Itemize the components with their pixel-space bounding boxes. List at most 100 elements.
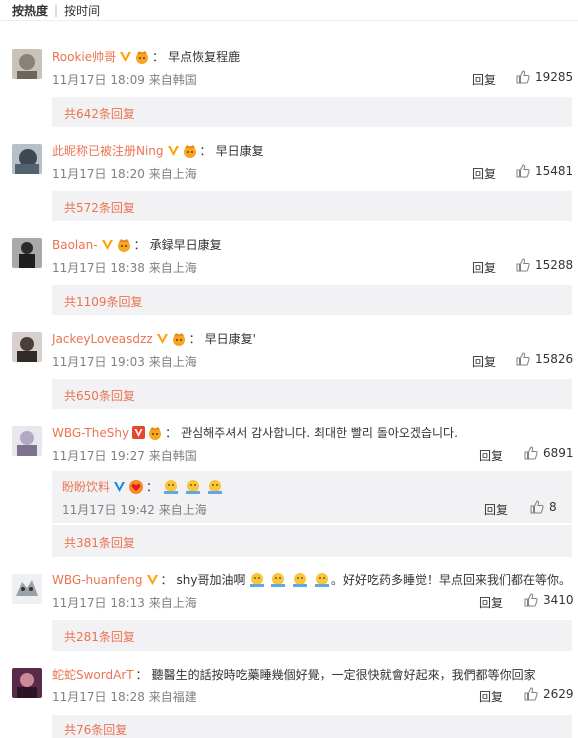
avatar[interactable]	[12, 426, 42, 456]
reply-count-link[interactable]: 共1109条回复	[64, 293, 143, 310]
like-count: 15481	[535, 164, 574, 178]
username[interactable]: 蛇蛇SwordArT	[52, 666, 134, 683]
reply-button[interactable]: 回复	[472, 165, 496, 182]
reply-summary-box[interactable]: 共572条回复	[52, 191, 572, 221]
hug-emoji-icon	[164, 479, 179, 494]
comment-header: Rookie帅哥 ： 早点恢复程鹿	[52, 48, 240, 65]
sort-separator: |	[54, 3, 59, 17]
colon: ：	[199, 144, 212, 158]
colon: ：	[135, 668, 148, 682]
reply-count-link[interactable]: 共381条回复	[64, 534, 135, 551]
comment-text: shy哥加油啊	[176, 573, 246, 587]
comment-header: WBG-TheShy ： 관심해주셔서 감사합니다. 최대한 빨리 돌아오겠습니…	[52, 424, 458, 441]
like-button[interactable]: 2629	[524, 687, 574, 701]
thumbs-up-icon	[516, 70, 530, 84]
reply-button[interactable]: 回复	[472, 353, 496, 370]
thumbs-up-icon	[530, 500, 544, 514]
like-button[interactable]: 19285	[516, 70, 573, 84]
avatar[interactable]	[12, 574, 42, 604]
username[interactable]: WBG-TheShy	[52, 426, 129, 440]
sub-reply-button[interactable]: 回复	[484, 501, 508, 518]
emoji-group	[248, 572, 331, 588]
thumbs-up-icon	[516, 164, 530, 178]
sub-like-button[interactable]: 8	[530, 500, 557, 514]
avatar[interactable]	[12, 49, 42, 79]
verified-v-icon	[120, 52, 132, 62]
reply-summary-box[interactable]: 共650条回复	[52, 379, 572, 409]
like-button[interactable]: 15826	[516, 352, 573, 366]
hug-emoji-icon	[271, 572, 286, 587]
like-button[interactable]: 3410	[524, 593, 574, 607]
like-count: 15826	[535, 352, 574, 366]
vip-crown-icon	[136, 50, 149, 64]
username[interactable]: 此昵称已被注册Ning	[52, 142, 164, 159]
comment-text: 관심해주셔서 감사합니다. 최대한 빨리 돌아오겠습니다.	[181, 426, 458, 440]
comment-header: Baolan- ： 承録早日康复	[52, 236, 222, 253]
avatar[interactable]	[12, 668, 42, 698]
comment-meta: 11月17日 18:38 来自上海	[52, 261, 197, 275]
reply-summary-box[interactable]: 共381条回复	[52, 525, 572, 557]
hug-emoji-icon	[293, 572, 308, 587]
comment-meta: 11月17日 19:27 来自韩国	[52, 449, 197, 463]
verified-v-red-icon	[132, 426, 146, 439]
comment-text: 承録早日康复	[149, 238, 222, 252]
avatar[interactable]	[12, 144, 42, 174]
colon: ：	[165, 426, 178, 440]
comment-meta: 11月17日 18:09 来自韩国	[52, 73, 197, 87]
thumbs-up-icon	[524, 446, 538, 460]
username[interactable]: JackeyLoveasdzz	[52, 332, 153, 346]
comment-meta: 11月17日 19:03 来自上海	[52, 355, 197, 369]
sub-reply-username[interactable]: 盼盼饮料	[62, 478, 110, 495]
username[interactable]: WBG-huanfeng	[52, 573, 143, 587]
username[interactable]: Rookie帅哥	[52, 48, 116, 65]
like-button[interactable]: 6891	[524, 446, 574, 460]
verified-v-icon	[101, 240, 113, 250]
like-button[interactable]: 15481	[516, 164, 573, 178]
comment-text: 聽醫生的話按時吃藥睡幾個好覺，一定很快就會好起來，我們都等你回家	[151, 668, 536, 682]
sub-reply-header: 盼盼饮料 ：	[62, 478, 224, 495]
verified-v-icon	[167, 146, 179, 156]
vip-crown-icon	[172, 332, 185, 346]
reply-button[interactable]: 回复	[479, 447, 503, 464]
reply-button[interactable]: 回复	[479, 594, 503, 611]
comment-text: 早日康复	[215, 144, 264, 158]
reply-button[interactable]: 回复	[472, 259, 496, 276]
reply-count-link[interactable]: 共642条回复	[64, 105, 135, 122]
heart-badge-icon	[129, 479, 144, 494]
like-count: 19285	[535, 70, 574, 84]
vip-crown-icon	[183, 144, 196, 158]
verified-v-icon	[156, 334, 168, 344]
vip-crown-icon	[117, 238, 130, 252]
avatar[interactable]	[12, 332, 42, 362]
comment-meta: 11月17日 18:28 来自福建	[52, 690, 197, 704]
colon: ：	[188, 332, 201, 346]
comment-header: 此昵称已被注册Ning ： 早日康复	[52, 142, 264, 159]
comment-header: JackeyLoveasdzz ： 早日康复'	[52, 330, 256, 347]
comment-header: WBG-huanfeng ： shy哥加油啊 。好好吃药多睡觉！早点回来我们都在…	[52, 571, 571, 588]
comment-meta: 11月17日 18:13 来自上海	[52, 596, 197, 610]
like-count: 15288	[535, 258, 574, 272]
reply-count-link[interactable]: 共572条回复	[64, 199, 135, 216]
reply-summary-box[interactable]: 共281条回复	[52, 620, 572, 651]
reply-count-link[interactable]: 共76条回复	[64, 721, 127, 738]
reply-summary-box[interactable]: 共76条回复	[52, 715, 572, 738]
colon: ：	[160, 573, 173, 587]
comment-text: 。好好吃药多睡觉！早点回来我们都在等你。	[330, 573, 571, 587]
reply-summary-box[interactable]: 共642条回复	[52, 97, 572, 127]
avatar[interactable]	[12, 238, 42, 268]
reply-summary-box[interactable]: 共1109条回复	[52, 285, 572, 315]
colon: ：	[146, 480, 159, 494]
reply-button[interactable]: 回复	[479, 688, 503, 705]
sort-by-hot[interactable]: 按热度	[12, 2, 48, 19]
username[interactable]: Baolan-	[52, 238, 98, 252]
like-button[interactable]: 15288	[516, 258, 573, 272]
sort-bar: 按热度 | 按时间	[0, 0, 578, 21]
sort-by-time[interactable]: 按时间	[64, 2, 100, 19]
comment-header: 蛇蛇SwordArT ： 聽醫生的話按時吃藥睡幾個好覺，一定很快就會好起來，我們…	[52, 666, 536, 683]
reply-count-link[interactable]: 共281条回复	[64, 628, 135, 645]
emoji-group	[162, 479, 224, 495]
reply-count-link[interactable]: 共650条回复	[64, 387, 135, 404]
hug-emoji-icon	[314, 572, 329, 587]
colon: ：	[133, 238, 146, 252]
reply-button[interactable]: 回复	[472, 71, 496, 88]
